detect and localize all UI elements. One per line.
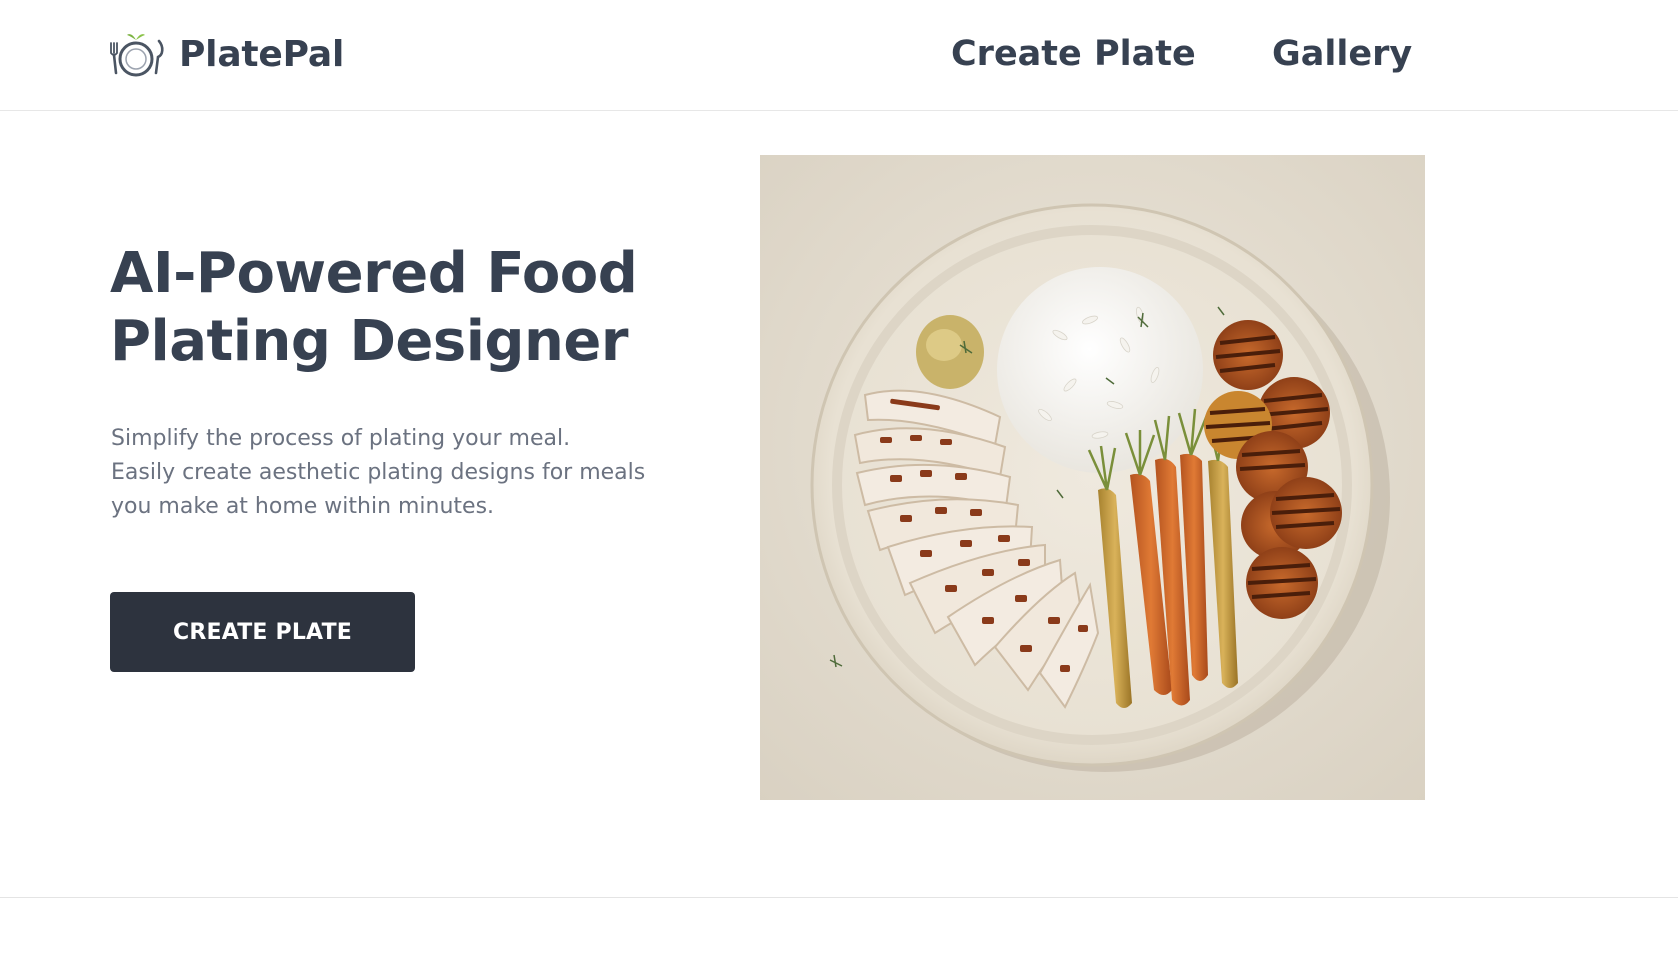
nav-create-plate[interactable]: Create Plate <box>951 32 1196 76</box>
brand[interactable]: PlatePal <box>107 28 344 80</box>
nav-gallery[interactable]: Gallery <box>1272 32 1412 76</box>
hero-subtitle-line-1: Simplify the process of plating your mea… <box>111 426 571 451</box>
plate-with-cutlery-icon <box>110 34 164 77</box>
hero-title-line-1: AI-Powered Food <box>110 241 638 306</box>
hero-subtitle: Simplify the process of plating your mea… <box>111 422 671 524</box>
brand-name: PlatePal <box>179 33 345 75</box>
hero-subtitle-line-2: Easily create aesthetic plating designs … <box>111 460 646 485</box>
create-plate-button[interactable]: CREATE PLATE <box>110 592 415 672</box>
site-header: PlatePal Create Plate Gallery <box>0 0 1678 111</box>
hero-subtitle-line-3: you make at home within minutes. <box>111 494 495 519</box>
plated-meal-photo <box>760 155 1425 800</box>
hero-title-line-2: Plating Designer <box>110 309 628 374</box>
hero-title: AI-Powered Food Plating Designer <box>110 240 730 376</box>
footer-divider <box>0 897 1678 898</box>
